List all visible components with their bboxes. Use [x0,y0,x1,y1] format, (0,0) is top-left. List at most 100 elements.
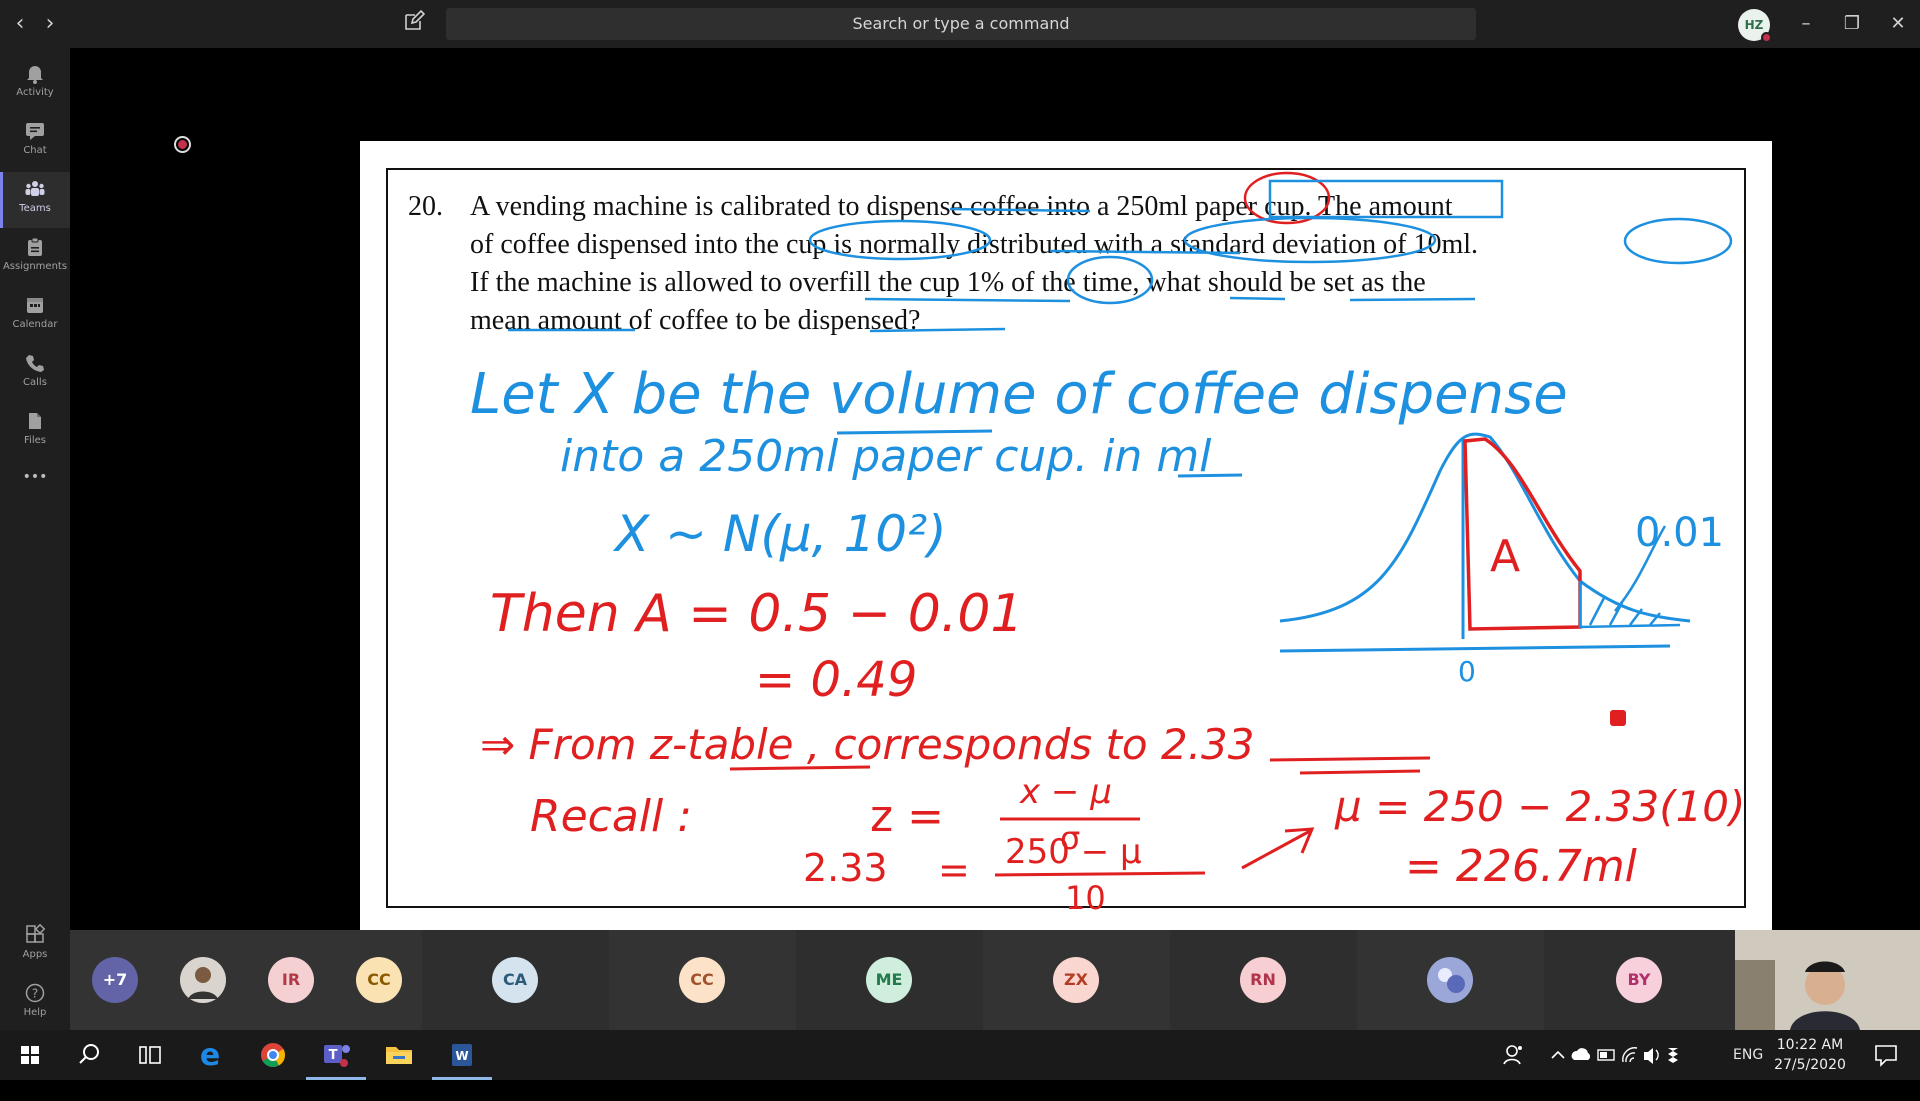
ink-circle [1623,217,1733,265]
teams-taskbar-button[interactable]: T [306,1030,366,1080]
phone-icon [26,355,44,372]
participant-tile: CC [609,930,796,1030]
recording-indicator[interactable] [174,136,191,153]
handwriting-eq-sign: = [938,848,970,892]
clock-time: 10:22 AM [1776,1037,1844,1053]
file-explorer-taskbar-button[interactable] [369,1030,429,1080]
restore-button[interactable]: ❐ [1832,8,1872,40]
svg-text:W: W [455,1049,468,1063]
ink-circle [808,219,992,261]
handwriting-eq-num: 250 − μ [1005,832,1142,872]
profile-photo-icon [180,957,226,1003]
people-icon [1503,1045,1522,1065]
language-indicator[interactable]: ENG [1733,1030,1769,1080]
action-center-button[interactable] [1866,1030,1906,1080]
user-avatar[interactable]: HZ [1738,9,1772,43]
people-button[interactable] [1500,1030,1530,1080]
task-view-button[interactable] [120,1030,180,1080]
start-button[interactable] [0,1030,60,1080]
rail-label: Apps [22,949,48,960]
participant-avatar[interactable]: CA [492,957,538,1003]
windows-taskbar: e T W ENG 10:22 AM 27/5/2020 [0,1030,1920,1080]
implies-arrow [1241,827,1315,870]
participant-avatar[interactable]: CC [356,957,402,1003]
task-view-icon [139,1046,161,1064]
title-bar: ‹ › Search or type a command HZ – ❐ ✕ [0,0,1920,48]
new-chat-button[interactable] [403,9,431,38]
chrome-icon [261,1043,286,1068]
participant-strip: +7 IR CC CA CC ME ZX RN BY [70,930,1735,1030]
handwriting-z: z = [870,791,944,842]
close-button[interactable]: ✕ [1878,8,1918,40]
participant-tile [1357,930,1544,1030]
meeting-stage: 20. A vending machine is calibrated to d… [70,48,1920,935]
rail-item-teams[interactable]: Teams [0,172,70,228]
search-taskbar-button[interactable] [60,1030,120,1080]
rail-item-calendar[interactable]: Calendar [0,288,70,344]
handwriting-then2: = 0.49 [755,652,917,708]
participant-avatar[interactable]: IR [268,957,314,1003]
chrome-taskbar-button[interactable] [243,1030,303,1080]
svg-text:e: e [200,1038,220,1073]
handwriting-eq-left: 2.33 [803,846,888,890]
rail-label: Teams [19,203,51,214]
pen-cursor [1610,710,1626,726]
clock-date: 27/5/2020 [1774,1057,1846,1073]
handwriting-dist: X ~ N(μ, 10²) [612,505,947,563]
participant-avatar[interactable]: CC [679,957,725,1003]
tray-icons [1551,1047,1678,1064]
participant-avatar[interactable]: ME [866,957,912,1003]
word-icon: W [452,1044,472,1066]
edge-icon: e [200,1038,220,1073]
chat-icon [26,123,44,140]
participant-avatar[interactable]: BY [1616,957,1662,1003]
handwriting-mu-final: = 226.7ml [1405,841,1638,892]
rail-label: Chat [23,145,47,156]
participant-avatar[interactable] [180,957,226,1003]
participant-avatar[interactable]: RN [1240,957,1286,1003]
forward-button[interactable]: › [38,10,62,38]
ink-circle [1183,216,1437,264]
minimize-button[interactable]: – [1786,8,1826,40]
participant-avatar[interactable]: ZX [1053,957,1099,1003]
ink-box [1268,179,1504,219]
app-rail: Activity Chat Teams Assignments Calendar… [0,48,70,1030]
rail-item-chat[interactable]: Chat [0,114,70,170]
rail-label: Files [24,435,46,446]
search-input[interactable]: Search or type a command [446,8,1476,40]
participant-tile: CA [422,930,609,1030]
rail-label: Calendar [12,319,58,330]
rail-item-assignments[interactable]: Assignments [0,230,70,286]
more-apps-button[interactable]: ••• [0,462,70,498]
x-axis-line [1279,644,1671,653]
rail-item-calls[interactable]: Calls [0,346,70,402]
participant-tile: ZX [983,930,1170,1030]
fraction-bar [994,871,1206,877]
rail-item-apps[interactable]: Apps [0,918,70,974]
edge-taskbar-button[interactable]: e [180,1030,240,1080]
rail-label: Activity [16,87,54,98]
participant-tile: RN [1170,930,1357,1030]
handwriting-recall: Recall : [530,791,692,842]
tail-label: 0.01 [1635,510,1724,556]
rail-item-help[interactable]: ? Help [0,976,70,1032]
handwriting-line1: Let X be the volume of coffee dispense [470,362,1568,427]
word-taskbar-button[interactable]: W [432,1030,492,1080]
system-tray[interactable] [1548,1030,1698,1080]
search-icon [79,1044,99,1064]
participant-tile: BY [1544,930,1735,1030]
calendar-icon [27,298,43,313]
back-button[interactable]: ‹ [8,10,32,38]
ink-circle [1066,255,1154,305]
handwriting-then: Then A = 0.5 − 0.01 [490,584,1024,644]
self-video[interactable] [1735,930,1920,1030]
clock[interactable]: 10:22 AM 27/5/2020 [1765,1035,1855,1075]
svg-text:T: T [329,1048,338,1063]
apps-icon [26,924,46,943]
participant-avatar[interactable] [1427,957,1473,1003]
rail-item-files[interactable]: Files [0,404,70,460]
user-initials: HZ [1744,18,1764,32]
region-label: A [1490,531,1520,582]
more-participants-button[interactable]: +7 [92,957,138,1003]
rail-item-activity[interactable]: Activity [0,56,70,112]
